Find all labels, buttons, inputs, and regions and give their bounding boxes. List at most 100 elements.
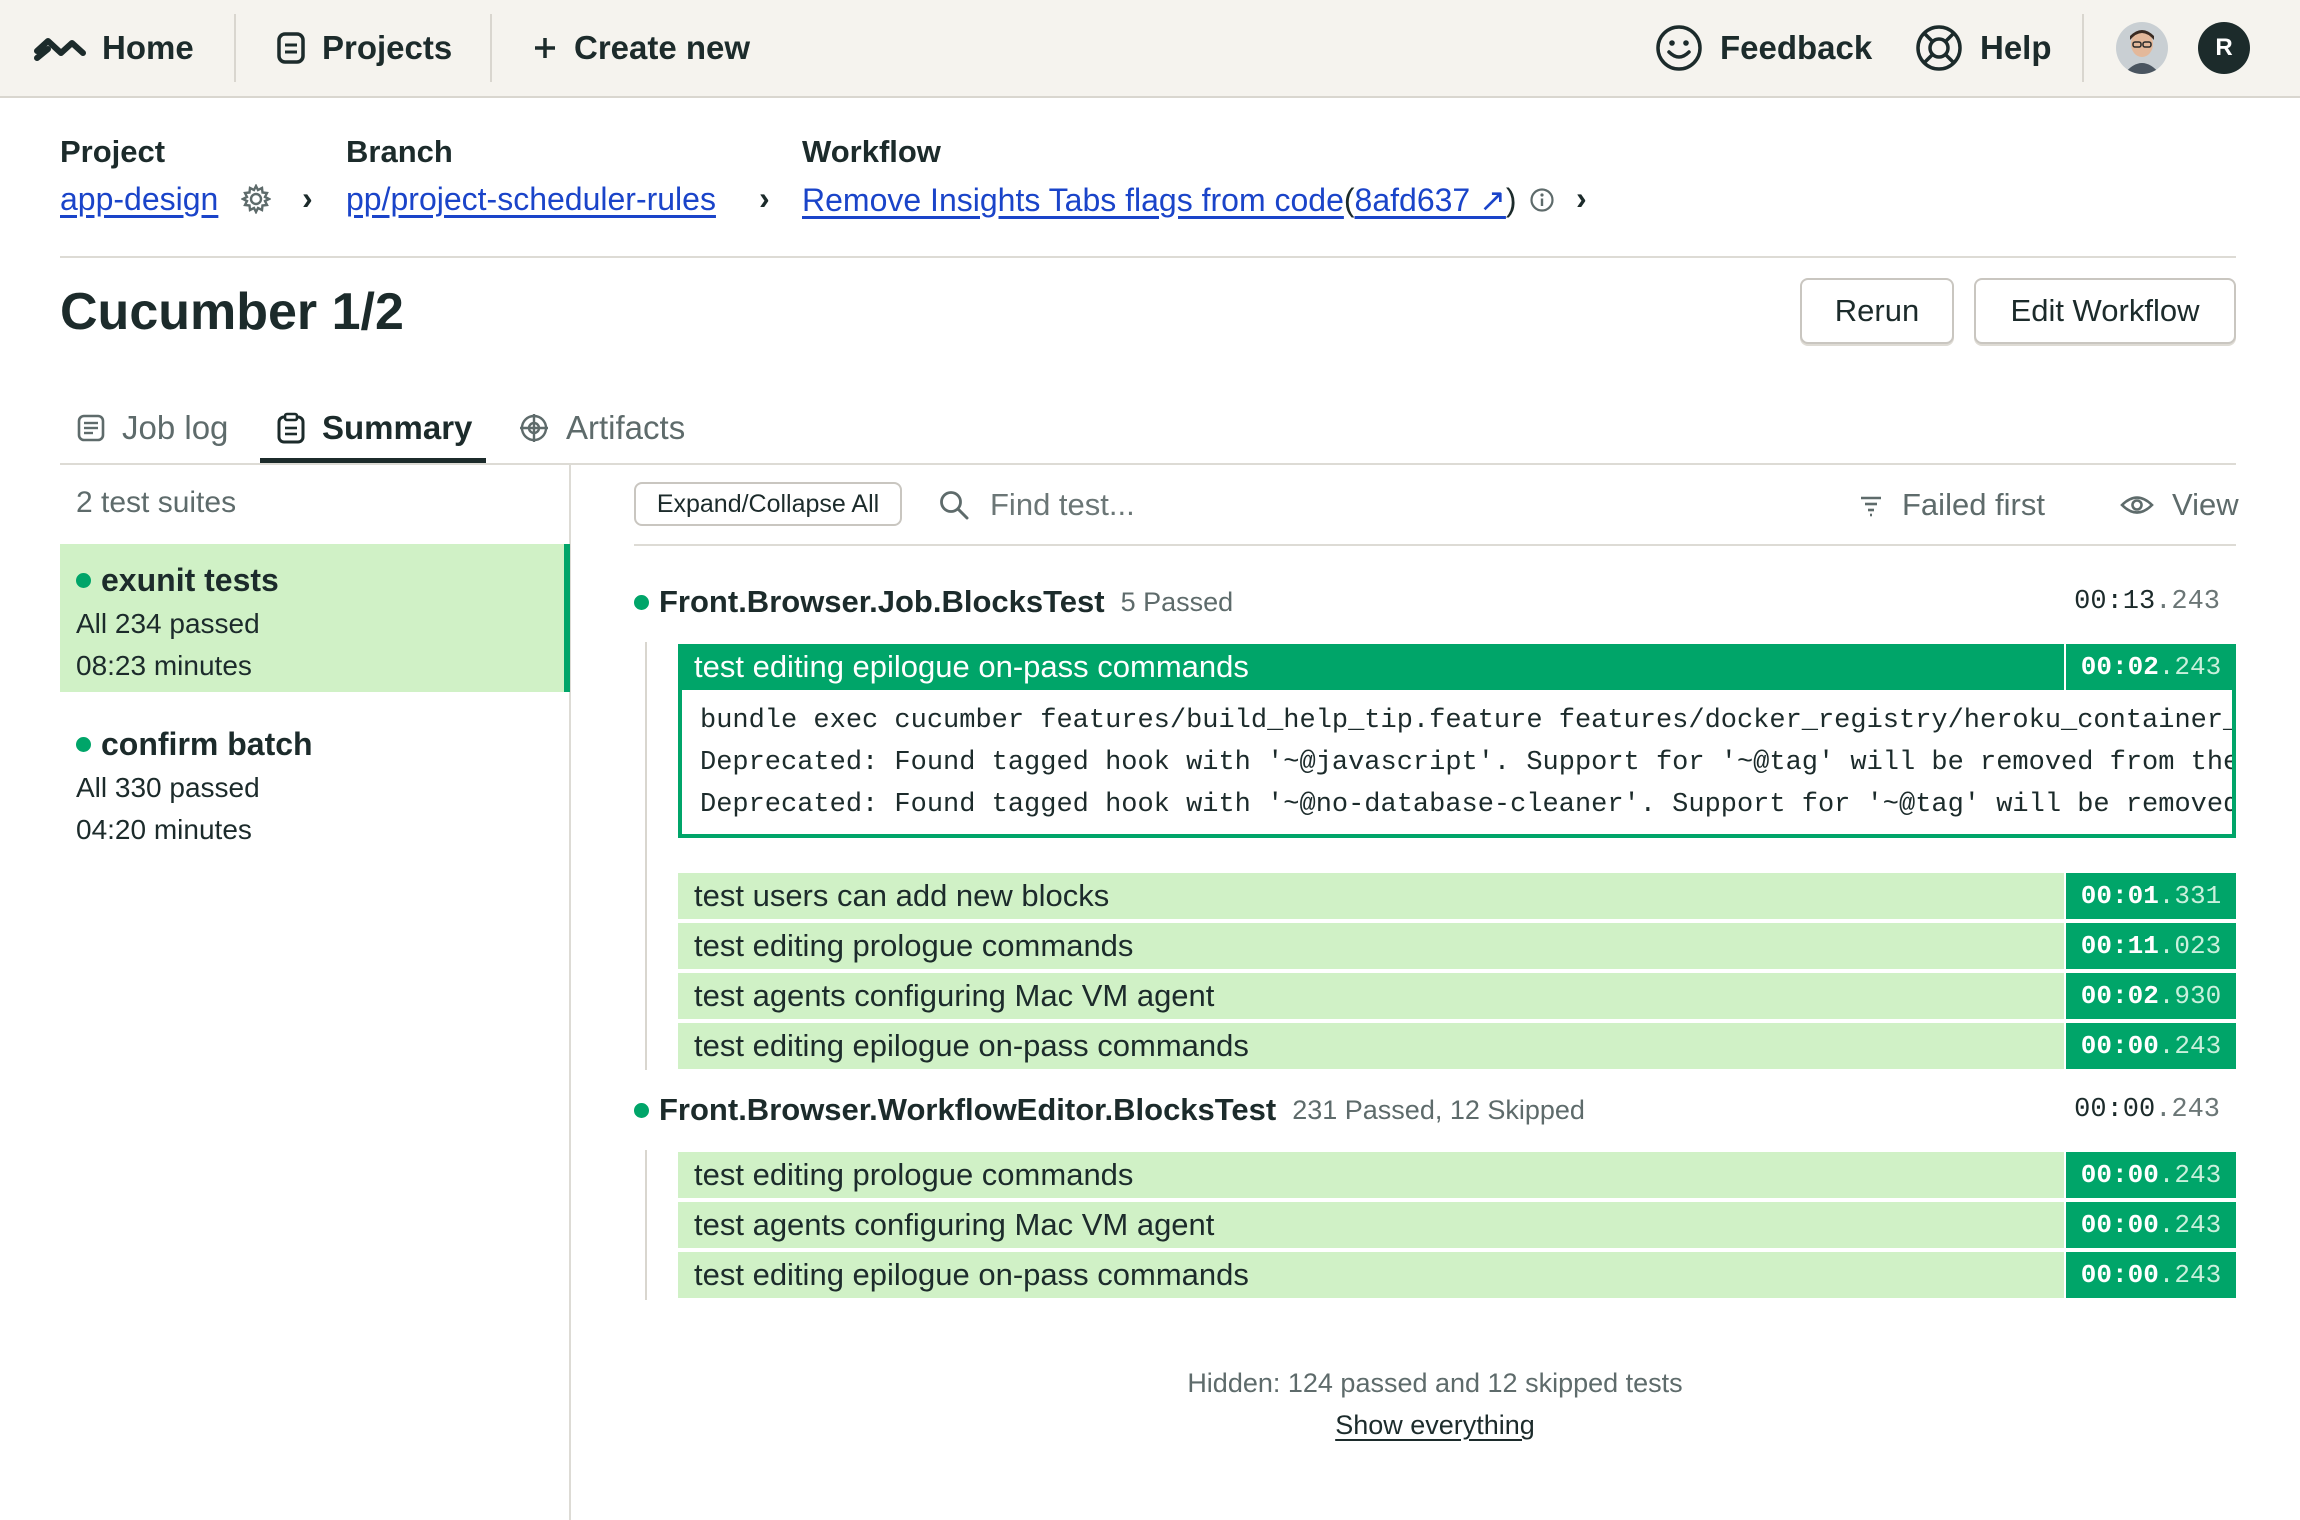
expand-collapse-all-button[interactable]: Expand/Collapse All (634, 482, 902, 526)
smiley-icon (1656, 25, 1702, 71)
breadcrumb-chevron: › (759, 180, 770, 216)
view-options[interactable]: View (2120, 484, 2239, 526)
find-test-search[interactable]: Find test... (938, 484, 1135, 526)
divider (60, 256, 2236, 258)
duration-main: 00:02 (2080, 981, 2159, 1011)
show-everything-wrap: Show everything (570, 1410, 2300, 1441)
tab-job-log[interactable]: Job log (76, 392, 228, 464)
workflow-label: Workflow (802, 134, 941, 169)
test-row-expanded[interactable]: test editing epilogue on-pass commands 0… (678, 644, 2236, 690)
duration-main: 00:13 (2074, 587, 2156, 617)
rerun-button[interactable]: Rerun (1800, 278, 1954, 344)
clipboard-icon (277, 412, 305, 444)
nav-divider (234, 14, 236, 82)
sort-failed-first[interactable]: Failed first (1858, 484, 2045, 526)
tab-summary[interactable]: Summary (276, 392, 472, 464)
user-avatar-initial[interactable]: R (2198, 22, 2250, 74)
nav-create-new[interactable]: Create new (532, 0, 750, 96)
test-duration: 00:02.243 (2064, 644, 2236, 690)
test-row[interactable]: test editing prologue commands 00:11.023 (678, 923, 2236, 969)
duration-ms: .243 (2158, 1031, 2222, 1061)
test-group-header[interactable]: Front.Browser.Job.BlocksTest 5 Passed (634, 582, 1233, 622)
suite-item-confirm-batch[interactable]: confirm batch All 330 passed 04:20 minut… (60, 708, 570, 856)
test-row[interactable]: test editing epilogue on-pass commands 0… (678, 1252, 2236, 1298)
duration-main: 00:02 (2080, 652, 2159, 682)
suite-item-exunit[interactable]: exunit tests All 234 passed 08:23 minute… (60, 544, 570, 692)
tab-job-log-label: Job log (122, 409, 229, 446)
workflow-crumb: Remove Insights Tabs flags from code ( 8… (802, 181, 1555, 219)
branch-link[interactable]: pp/project-scheduler-rules (346, 181, 716, 218)
nav-help-label: Help (1980, 29, 2052, 66)
show-everything-link[interactable]: Show everything (1335, 1410, 1535, 1440)
workflow-link[interactable]: Remove Insights Tabs flags from code (802, 182, 1344, 219)
test-name: test editing epilogue on-pass commands (694, 1028, 1249, 1063)
commit-link[interactable]: 8afd637 ↗ (1355, 181, 1506, 219)
test-name: test editing prologue commands (694, 1157, 1134, 1192)
suite-duration: 08:23 minutes (76, 650, 252, 681)
log-line: bundle exec cucumber features/build_help… (700, 706, 2236, 736)
status-dot-icon (76, 736, 91, 752)
test-name: test editing prologue commands (694, 928, 1134, 963)
gear-icon[interactable] (241, 184, 271, 214)
test-name: test editing epilogue on-pass commands (694, 649, 1249, 684)
test-row[interactable]: test agents configuring Mac VM agent 00:… (678, 973, 2236, 1019)
duration-main: 00:00 (2080, 1210, 2159, 1240)
nav-feedback-label: Feedback (1720, 29, 1873, 66)
nav-divider (490, 14, 492, 82)
nav-feedback[interactable]: Feedback (1654, 0, 1872, 96)
duration-main: 00:01 (2080, 881, 2159, 911)
tab-artifacts[interactable]: Artifacts (518, 392, 685, 464)
duration-main: 00:00 (2080, 1031, 2159, 1061)
suite-status: All 330 passed (76, 772, 260, 803)
project-link[interactable]: app-design (60, 181, 218, 218)
suite-name-text: confirm batch (101, 725, 313, 762)
test-duration: 00:00.243 (2064, 1152, 2236, 1198)
edit-workflow-button[interactable]: Edit Workflow (1974, 278, 2236, 344)
view-label: View (2172, 487, 2239, 522)
suite-name-text: exunit tests (101, 561, 279, 598)
test-name: test agents configuring Mac VM agent (694, 978, 1215, 1013)
test-group-count: 5 Passed (1120, 586, 1234, 617)
nav-help[interactable]: Help (1914, 0, 2052, 96)
divider (634, 544, 2236, 546)
test-duration: 00:02.930 (2064, 973, 2236, 1019)
duration-ms: .243 (2158, 1160, 2222, 1190)
duration-ms: .023 (2158, 931, 2222, 961)
plus-icon (535, 38, 555, 58)
hidden-tests-note: Hidden: 124 passed and 12 skipped tests (1187, 1368, 1683, 1398)
search-input[interactable]: Find test... (990, 487, 1135, 523)
test-name: test users can add new blocks (694, 878, 1110, 913)
duration-main: 00:00 (2080, 1260, 2159, 1290)
status-dot-icon (634, 594, 649, 610)
test-group-name: Front.Browser.WorkflowEditor.BlocksTest (659, 1092, 1277, 1127)
test-duration: 00:00.243 (2064, 1252, 2236, 1298)
project-label: Project (60, 134, 166, 169)
suite-name: exunit tests (76, 560, 564, 600)
info-icon[interactable] (1529, 187, 1555, 213)
test-group-header[interactable]: Front.Browser.WorkflowEditor.BlocksTest … (634, 1090, 1585, 1130)
nav-create-new-label: Create new (574, 29, 751, 66)
nav-projects[interactable]: Projects (276, 0, 452, 96)
duration-main: 00:00 (2074, 1095, 2156, 1125)
test-row[interactable]: test editing prologue commands 00:00.243 (678, 1152, 2236, 1198)
suite-name: confirm batch (76, 724, 570, 764)
user-photo-icon (2116, 22, 2168, 74)
paren-open: ( (1343, 181, 1355, 218)
user-avatar-photo[interactable] (2116, 22, 2168, 74)
group-rail (645, 642, 647, 1070)
test-duration: 00:00.243 (2064, 1202, 2236, 1248)
top-navigation: Home Projects Create new Feedback Help R (0, 0, 2300, 98)
paren-close: ) (1505, 181, 1517, 218)
nav-home-label: Home (102, 29, 194, 66)
test-group-duration: 00:13.243 (2074, 582, 2220, 622)
test-row[interactable]: test agents configuring Mac VM agent 00:… (678, 1202, 2236, 1248)
search-icon (940, 491, 969, 520)
test-row[interactable]: test editing epilogue on-pass commands 0… (678, 1023, 2236, 1069)
nav-projects-label: Projects (322, 29, 453, 66)
duration-main: 00:11 (2080, 931, 2159, 961)
nav-home[interactable]: Home (34, 0, 194, 96)
duration-ms: .243 (2158, 1260, 2222, 1290)
nav-divider (2082, 14, 2084, 82)
job-log-icon (77, 414, 105, 442)
test-row[interactable]: test users can add new blocks 00:01.331 (678, 873, 2236, 919)
